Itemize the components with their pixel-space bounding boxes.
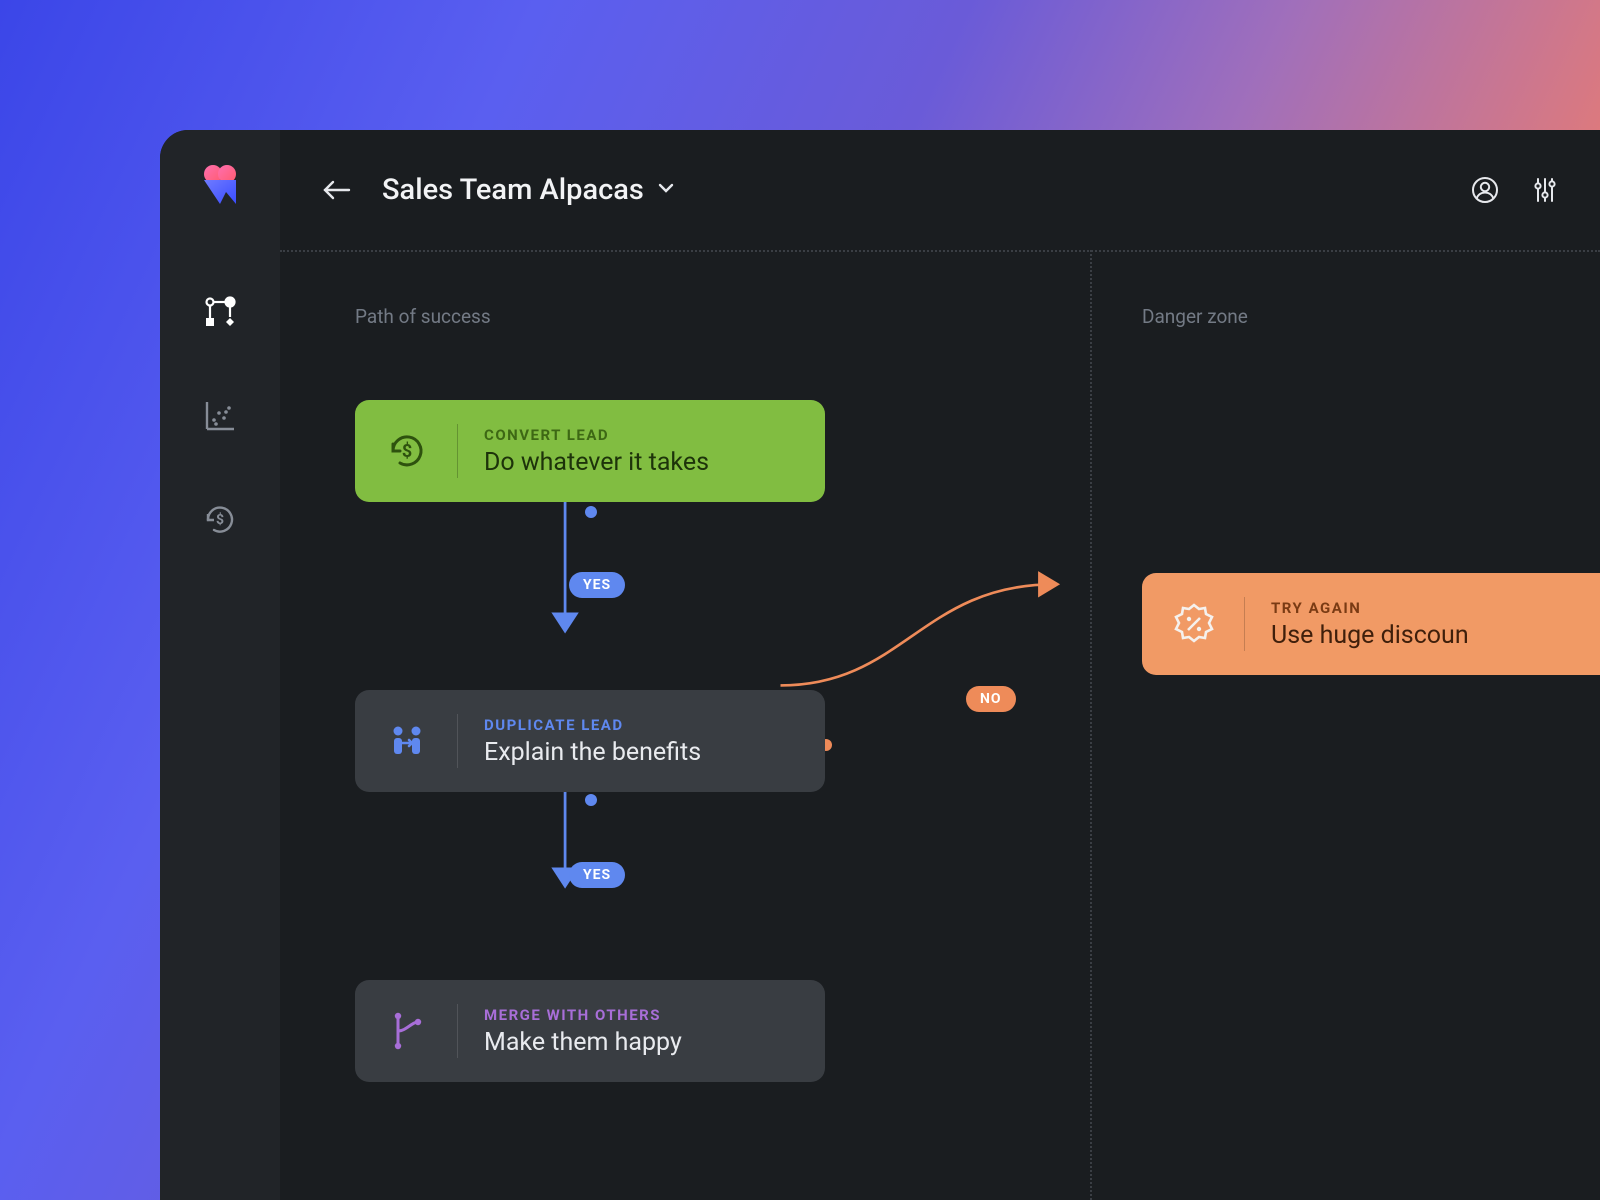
svg-text:$: $ (402, 441, 412, 462)
header: Sales Team Alpacas (280, 130, 1600, 250)
app-window: $ Sales Team Alpacas (160, 130, 1600, 1200)
node-title: Make them happy (484, 1028, 682, 1057)
node-try-again[interactable]: TRY AGAIN Use huge discoun (1142, 573, 1600, 675)
node-title: Do whatever it takes (484, 448, 709, 477)
people-icon (383, 717, 431, 765)
node-eyebrow: CONVERT LEAD (484, 426, 709, 444)
node-eyebrow: DUPLICATE LEAD (484, 716, 701, 734)
node-convert-lead[interactable]: $ CONVERT LEAD Do whatever it takes (355, 400, 825, 502)
nav-analytics-icon[interactable] (198, 394, 242, 438)
account-button[interactable] (1470, 175, 1500, 205)
node-title: Use huge discoun (1271, 621, 1469, 650)
edge-label-no: NO (966, 686, 1016, 712)
merge-icon (383, 1007, 431, 1055)
edge-label-yes: YES (569, 572, 625, 598)
node-eyebrow: MERGE WITH OTHERS (484, 1006, 682, 1024)
settings-button[interactable] (1530, 175, 1560, 205)
edge-label-yes: YES (569, 862, 625, 888)
node-merge-others[interactable]: MERGE WITH OTHERS Make them happy (355, 980, 825, 1082)
nav-revenue-icon[interactable]: $ (198, 498, 242, 542)
app-logo[interactable] (196, 162, 244, 210)
flow-canvas[interactable]: Path of success Danger zone (280, 250, 1600, 1200)
connector-dot (585, 506, 597, 518)
node-eyebrow: TRY AGAIN (1271, 599, 1469, 617)
page-title: Sales Team Alpacas (382, 173, 644, 207)
node-duplicate-lead[interactable]: DUPLICATE LEAD Explain the benefits (355, 690, 825, 792)
chevron-down-icon (656, 178, 676, 202)
main-area: Sales Team Alpacas (280, 130, 1600, 1200)
workspace-switcher[interactable]: Sales Team Alpacas (382, 173, 676, 207)
discount-badge-icon (1170, 600, 1218, 648)
flow-area: YES YES NO $ CONVERT LEAD D (280, 250, 1600, 1200)
connector-dot (585, 794, 597, 806)
sidebar: $ (160, 130, 280, 1200)
back-button[interactable] (320, 173, 354, 207)
nav-workflow-icon[interactable] (198, 290, 242, 334)
svg-text:$: $ (216, 511, 224, 528)
header-actions (1470, 175, 1560, 205)
dollar-refresh-icon: $ (383, 427, 431, 475)
node-title: Explain the benefits (484, 738, 701, 767)
